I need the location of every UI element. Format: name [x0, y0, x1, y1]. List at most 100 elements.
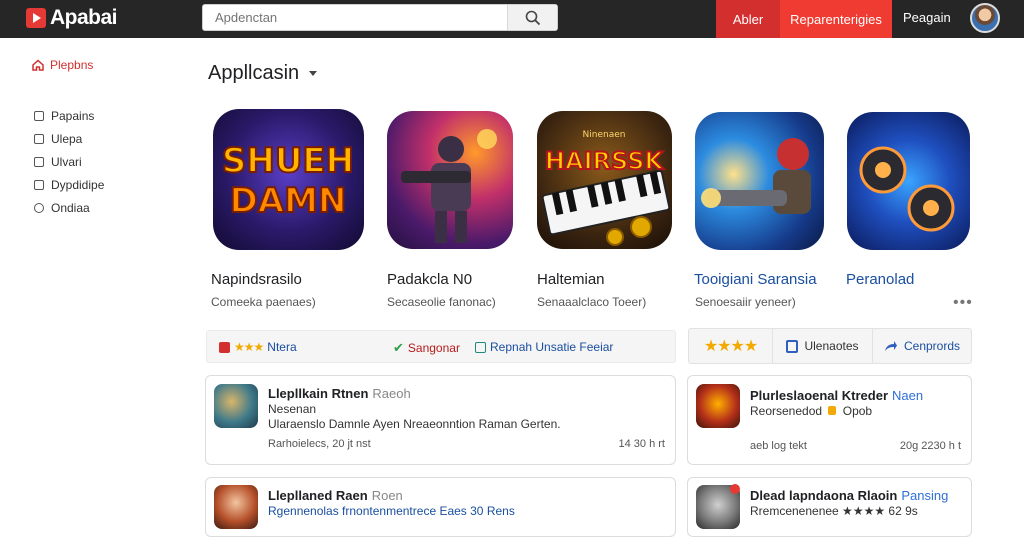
soldier-art-icon: [401, 129, 497, 243]
top-bar: Apabai Abler Reparenterigies Peagain: [0, 0, 1024, 38]
app-tile[interactable]: [387, 111, 513, 249]
card-thumbnail: [214, 485, 258, 529]
card-meta: aeb log tekt: [750, 440, 807, 452]
square-icon: [34, 110, 44, 121]
svg-text:HAIRSSK: HAIRSSK: [545, 147, 665, 175]
filter-label: Sangonar: [407, 341, 460, 355]
app-tile[interactable]: SHUEH DAMN: [213, 109, 364, 250]
app-name[interactable]: Padakcla N0: [387, 271, 472, 288]
rating-action[interactable]: ★★★★: [689, 329, 773, 363]
sidebar-list: Papains Ulepa Ulvari Dypdidipe Ondiaa: [18, 104, 178, 219]
app-tile[interactable]: [695, 112, 824, 250]
search-button[interactable]: [507, 5, 557, 30]
search-input[interactable]: [203, 5, 507, 30]
app-name[interactable]: Tooigiani Saransia: [694, 271, 817, 288]
badge-icon: [828, 406, 837, 415]
secondary-header-button[interactable]: Reparenterigies: [780, 0, 892, 38]
robot-art-icon: [701, 138, 811, 214]
square-icon: [34, 156, 44, 167]
app-list-card[interactable]: Dlead lapndaona Rlaoin Pansing Rremcenene…: [687, 477, 972, 537]
card-subtitle: Reorsenedod Opob: [750, 404, 873, 418]
action-label: Cenprords: [903, 339, 961, 353]
sidebar-item-label: Ulvari: [51, 154, 82, 169]
app-icon-space-orbs: [847, 112, 970, 250]
sidebar-item-label: Dypdidipe: [51, 177, 105, 192]
card-thumbnail: [214, 384, 258, 428]
logo-text: Apabai: [50, 6, 118, 29]
share-arrow-icon: [884, 341, 897, 351]
section-title-dropdown[interactable]: Appllcasin: [208, 62, 318, 85]
app-subtitle: Senoesaiir yeneer): [695, 295, 796, 309]
search-box: [202, 4, 558, 31]
card-subtitle: Rgennenolas frnontenmentrece Eaes 30 Ren…: [268, 504, 515, 518]
section-title: Appllcasin: [208, 62, 300, 84]
sidebar: Plepbns Papains Ulepa Ulvari Dypdidipe O…: [18, 52, 178, 219]
svg-text:Ninenaen: Ninenaen: [583, 130, 626, 140]
sidebar-item-ulepa[interactable]: Ulepa: [18, 127, 178, 150]
star-rating-icon: ★★★: [234, 340, 264, 354]
game-title-art-icon: SHUEH DAMN: [221, 140, 355, 222]
app-name[interactable]: Haltemian: [537, 271, 605, 288]
sidebar-item-label: Ondiaa: [51, 200, 90, 215]
square-icon: [34, 133, 44, 144]
red-flag-icon: [219, 341, 230, 353]
sidebar-item-ondiaa[interactable]: Ondiaa: [18, 196, 178, 219]
app-logo[interactable]: Apabai: [26, 6, 118, 30]
sidebar-item-ulvari[interactable]: Ulvari: [18, 150, 178, 173]
notes-action[interactable]: Ulenaotes: [773, 329, 873, 363]
card-subtitle: Nesenan: [268, 402, 317, 416]
filter-verified[interactable]: ✔ Sangonar: [393, 340, 460, 356]
filter-rating[interactable]: ★★★ Ntera: [219, 340, 297, 354]
filter-label: Repnah Unsatie Feeiar: [490, 340, 614, 354]
card-subtitle: Rremcenenenee ★★★★ 62 9s: [750, 504, 918, 518]
app-subtitle: Comeeka paenaes): [211, 295, 316, 309]
app-name[interactable]: Napindsrasilo: [211, 271, 302, 288]
card-title: Dlead lapndaona Rlaoin Pansing: [750, 488, 949, 503]
card-count: 14 30 h rt: [618, 438, 665, 450]
card-title: Llepllaned Raen Roen: [268, 488, 403, 503]
action-bar: ★★★★ Ulenaotes Cenprords: [688, 328, 972, 364]
app-list-card[interactable]: Llepllaned Raen Roen Rgennenolas frnonten…: [205, 477, 676, 537]
card-count: 20g 2230 h t: [899, 440, 961, 452]
notification-dot-icon: [730, 484, 740, 494]
sidebar-item-home[interactable]: Plepbns: [18, 52, 168, 78]
more-options-icon[interactable]: •••: [953, 294, 973, 312]
card-description: Ularaenslo Damnle Ayen Nreaeonntion Rama…: [268, 417, 561, 431]
action-label: Ulenaotes: [804, 339, 859, 353]
piano-art-icon: Ninenaen HAIRSSK: [541, 130, 671, 246]
orb-art-icon: [859, 146, 955, 232]
filter-info[interactable]: Repnah Unsatie Feeiar: [475, 340, 613, 354]
card-meta: Rarhoielecs, 20 jt nst: [268, 438, 371, 450]
app-tile[interactable]: [847, 112, 970, 250]
sidebar-item-label: Ulepa: [51, 131, 83, 146]
profile-label[interactable]: Peagain: [903, 10, 951, 25]
share-action[interactable]: Cenprords: [873, 329, 971, 363]
sidebar-item-dypdidipe[interactable]: Dypdidipe: [18, 173, 178, 196]
app-list-card[interactable]: Llepllkain Rtnen Raeoh Nesenan Ularaenslo…: [205, 375, 676, 465]
app-list-card[interactable]: Plurleslaoenal Ktreder Naen Reorsenedod O…: [687, 375, 972, 465]
check-icon: ✔: [393, 340, 404, 355]
sidebar-item-papains[interactable]: Papains: [18, 104, 178, 127]
sidebar-item-label: Plepbns: [50, 58, 94, 72]
app-tile[interactable]: Ninenaen HAIRSSK: [537, 111, 672, 249]
app-icon-robot-gunner: [695, 112, 824, 250]
svg-text:SHUEH: SHUEH: [222, 141, 354, 181]
sidebar-item-label: Papains: [51, 108, 95, 123]
square-icon: [34, 179, 44, 190]
stars-icon: ★★★★: [703, 338, 758, 355]
chevron-down-icon: [309, 71, 318, 76]
app-icon-soldier: [387, 111, 513, 249]
app-subtitle: Secaseolie fanonac): [387, 295, 496, 309]
card-thumbnail: [696, 384, 740, 428]
filter-bar: ★★★ Ntera ✔ Sangonar Repnah Unsatie Feei…: [206, 330, 676, 363]
app-icon-shooter-title: SHUEH DAMN: [213, 109, 364, 250]
card-title: Llepllkain Rtnen Raeoh: [268, 386, 411, 401]
search-icon: [525, 10, 540, 25]
document-icon: [786, 339, 799, 353]
avatar[interactable]: [970, 3, 1000, 33]
app-subtitle: Senaaalclaco Toeer): [537, 295, 647, 309]
primary-header-button[interactable]: Abler: [716, 0, 780, 38]
circle-icon: [34, 202, 44, 213]
info-box-icon: [475, 341, 486, 353]
app-name[interactable]: Peranolad: [846, 271, 914, 288]
